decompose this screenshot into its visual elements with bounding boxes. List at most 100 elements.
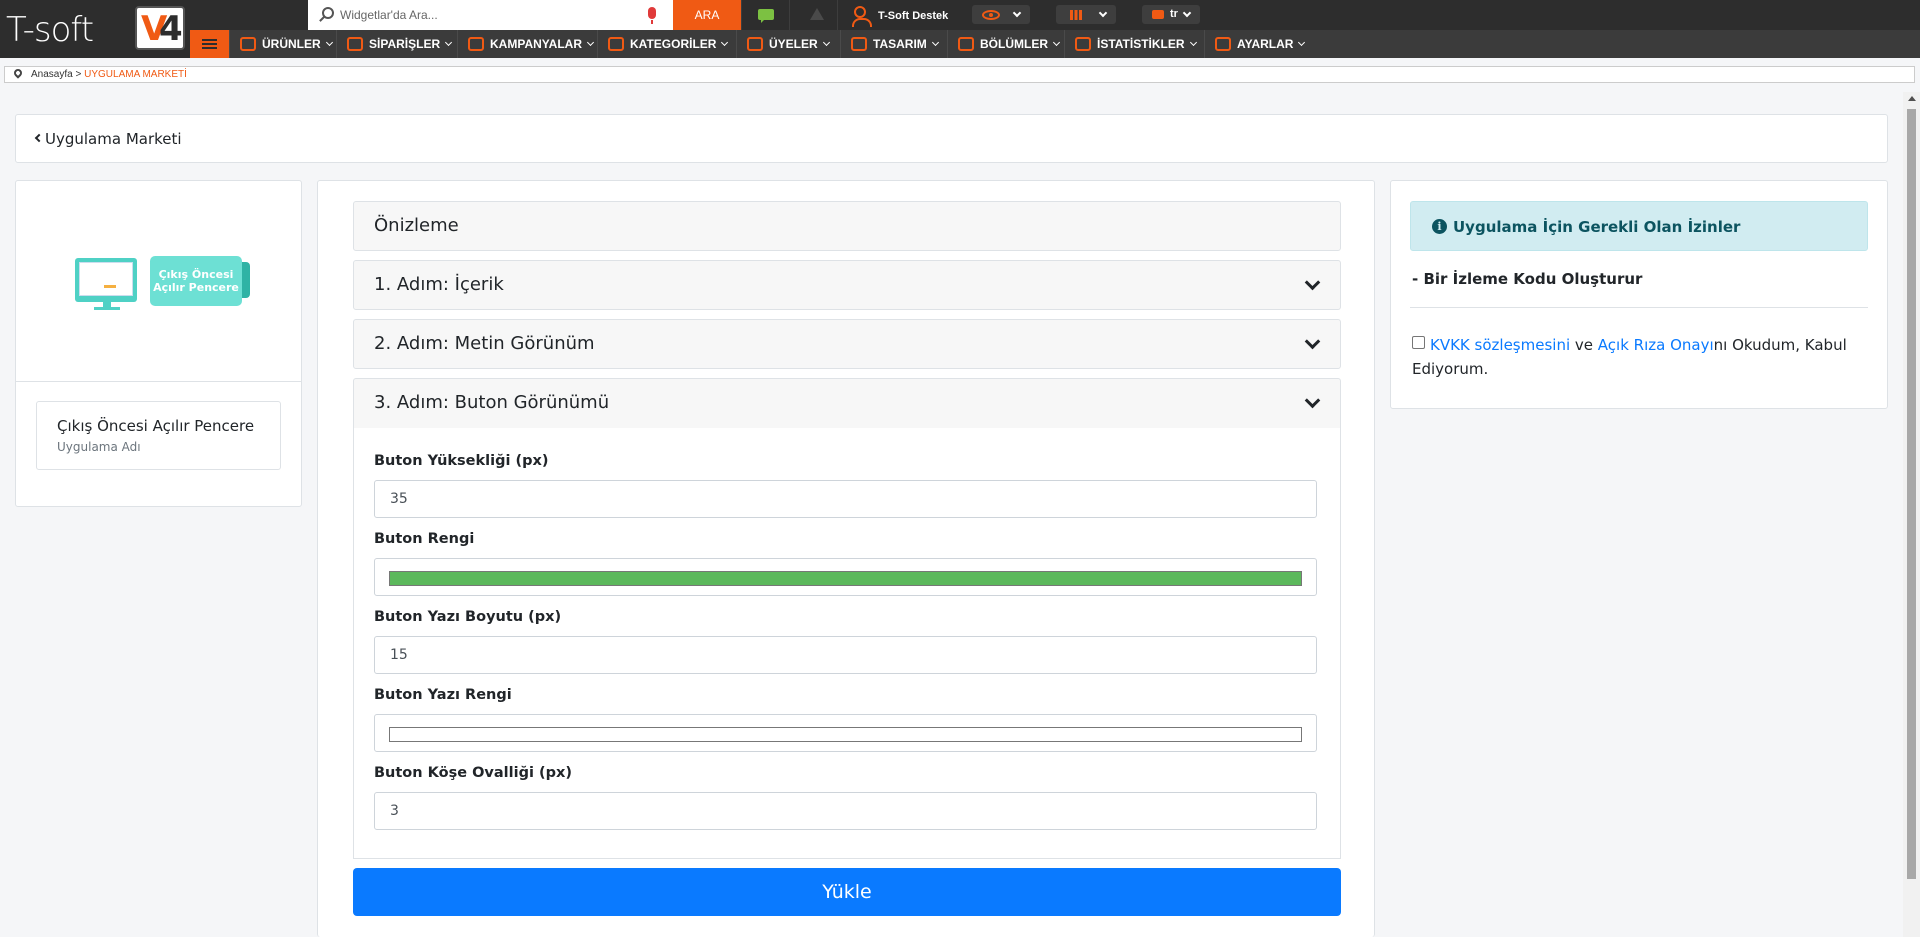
search-input[interactable]: [340, 6, 640, 24]
nav-label: ÜYELER: [769, 37, 818, 51]
button-color-picker[interactable]: [374, 558, 1317, 596]
accordion-step2[interactable]: 2. Adım: Metin Görünüm: [353, 319, 1341, 369]
app-badge-line1: Çıkış Öncesi: [158, 268, 234, 281]
chevron-left-icon: [34, 133, 44, 143]
app-badge: Çıkış Öncesi Açılır Pencere: [150, 256, 242, 306]
nav-label: İSTATİSTİKLER: [1097, 37, 1185, 51]
app-settings-card: Önizleme 1. Adım: İçerik 2. Adım: Metin …: [317, 180, 1375, 937]
chevron-down-icon: [1304, 274, 1321, 291]
button-font-size-label: Buton Yazı Boyutu (px): [374, 609, 562, 625]
nav-label: TASARIM: [873, 37, 927, 51]
user-name: T-Soft Destek: [878, 10, 949, 22]
apps-dropdown[interactable]: [1056, 5, 1116, 24]
messages-button[interactable]: [741, 0, 789, 30]
scroll-thumb[interactable]: [1907, 109, 1916, 879]
chevron-down-icon: [1304, 333, 1321, 350]
info-icon: i: [1432, 219, 1447, 234]
kvkk-checkbox[interactable]: [1412, 336, 1425, 349]
nav-label: ÜRÜNLER: [262, 37, 321, 51]
app-badge-line2: Açılır Pencere: [153, 281, 239, 294]
logo-badge: V 4: [135, 6, 185, 50]
chevron-down-icon: [721, 38, 729, 47]
nav-item-ayarlar[interactable]: AYARLAR: [1204, 30, 1310, 58]
button-text-color-label: Buton Yazı Rengi: [374, 687, 512, 703]
chevron-down-icon: [931, 38, 939, 47]
chevron-down-icon: [445, 38, 453, 47]
logo[interactable]: T-soft V 4: [0, 0, 190, 58]
button-height-input[interactable]: [374, 480, 1317, 518]
brush-icon: [851, 37, 867, 51]
chevron-down-icon: [1012, 8, 1022, 18]
scroll-up-icon[interactable]: [1908, 96, 1916, 101]
accordion-step3-body: Buton Yüksekliği (px) Buton Rengi Buton …: [353, 428, 1341, 859]
back-to-market-link[interactable]: Uygulama Marketi: [45, 130, 182, 148]
alerts-button[interactable]: [789, 0, 837, 30]
accordion-step1[interactable]: 1. Adım: İçerik: [353, 260, 1341, 310]
app-name-box: Çıkış Öncesi Açılır Pencere Uygulama Adı: [36, 401, 281, 470]
breadcrumb-current: UYGULAMA MARKETİ: [84, 69, 187, 80]
page-header: Uygulama Marketi: [15, 114, 1888, 163]
search-box: [308, 0, 673, 30]
nav-item-uyeler[interactable]: ÜYELER: [736, 30, 840, 58]
nav-item-istatistikler[interactable]: İSTATİSTİKLER: [1064, 30, 1204, 58]
upload-button[interactable]: Yükle: [353, 868, 1341, 916]
accordion-title: Önizleme: [374, 215, 459, 236]
search-button[interactable]: ARA: [673, 0, 741, 30]
preview-dropdown[interactable]: [972, 5, 1030, 24]
button-font-size-input[interactable]: [374, 636, 1317, 674]
app-summary-card: Çıkış Öncesi Açılır Pencere Çıkış Öncesi…: [15, 180, 302, 507]
settings-list-icon: [1215, 37, 1231, 51]
kvkk-consent-text: KVKK sözleşmesini ve Açık Rıza Onayını O…: [1412, 333, 1862, 381]
nav-item-urunler[interactable]: ÜRÜNLER: [229, 30, 336, 58]
nav-item-kampanyalar[interactable]: KAMPANYALAR: [457, 30, 597, 58]
permissions-title: Uygulama İçin Gerekli Olan İzinler: [1453, 218, 1741, 236]
button-radius-label: Buton Köşe Ovalliği (px): [374, 765, 572, 781]
chevron-down-icon: [1182, 8, 1192, 18]
sitemap-icon: [608, 37, 624, 51]
kvkk-link[interactable]: KVKK sözleşmesini: [1430, 336, 1570, 354]
microphone-icon[interactable]: [648, 7, 656, 24]
language-code: tr: [1170, 8, 1178, 20]
accordion-step3[interactable]: 3. Adım: Buton Görünümü: [353, 378, 1341, 429]
grid-icon: [1070, 10, 1082, 20]
sections-icon: [958, 37, 974, 51]
chevron-down-icon: [586, 38, 595, 47]
page-scrollbar[interactable]: [1903, 92, 1920, 937]
nav-label: SİPARİŞLER: [369, 37, 441, 51]
nav-item-kategoriler[interactable]: KATEGORİLER: [597, 30, 736, 58]
nav-label: KATEGORİLER: [630, 37, 717, 51]
logo-badge-4: 4: [159, 9, 183, 49]
breadcrumb-separator: >: [72, 69, 85, 80]
top-bar: ARA T-Soft Destek tr: [0, 0, 1920, 30]
breadcrumb-home[interactable]: Anasayfa: [31, 69, 73, 80]
nav-item-bolumler[interactable]: BÖLÜMLER: [947, 30, 1064, 58]
chevron-down-icon: [1052, 38, 1061, 47]
nav-label: KAMPANYALAR: [490, 37, 583, 51]
map-pin-icon: [12, 67, 24, 79]
button-color-swatch: [389, 571, 1302, 586]
button-text-color-picker[interactable]: [374, 714, 1317, 752]
accordion-preview[interactable]: Önizleme: [353, 201, 1341, 251]
consent-link[interactable]: Açık Rıza Onayı: [1598, 336, 1714, 354]
eye-icon: [982, 10, 1000, 20]
chevron-down-icon: [822, 38, 830, 47]
hamburger-menu-button[interactable]: [190, 30, 229, 58]
app-name-caption: Uygulama Adı: [57, 440, 141, 454]
accordion-title: 3. Adım: Buton Görünümü: [374, 392, 610, 413]
users-icon: [747, 37, 763, 51]
flag-icon: [1152, 10, 1164, 19]
shirt-icon: [240, 37, 256, 51]
nav-item-siparisler[interactable]: SİPARİŞLER: [336, 30, 457, 58]
accordion-title: 2. Adım: Metin Görünüm: [374, 333, 595, 354]
permissions-alert: i Uygulama İçin Gerekli Olan İzinler: [1410, 201, 1868, 251]
chart-icon: [1075, 37, 1091, 51]
search-icon: [322, 7, 334, 19]
nav-label: AYARLAR: [1237, 37, 1294, 51]
warning-icon: [810, 8, 824, 20]
kvkk-and: ve: [1570, 336, 1598, 354]
monitor-icon: [75, 258, 137, 302]
app-name: Çıkış Öncesi Açılır Pencere: [57, 417, 255, 435]
nav-item-tasarim[interactable]: TASARIM: [840, 30, 947, 58]
chevron-down-icon: [1189, 38, 1197, 47]
button-radius-input[interactable]: [374, 792, 1317, 830]
